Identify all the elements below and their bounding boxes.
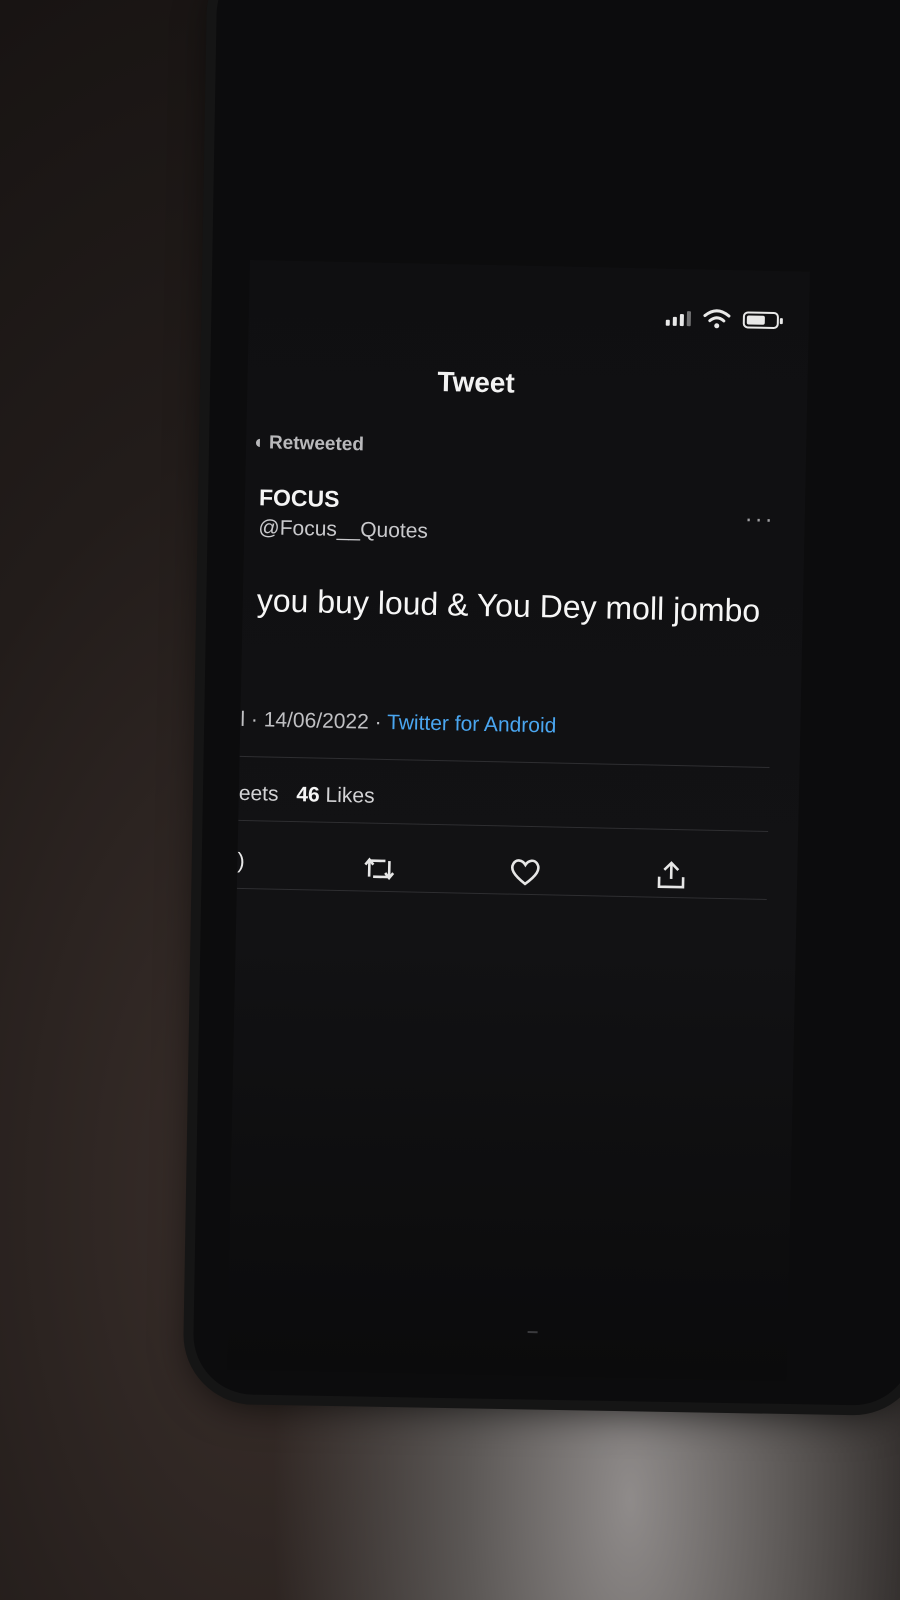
retweets-label[interactable]: eets	[239, 782, 279, 806]
heart-icon	[510, 859, 540, 886]
likes-label[interactable]: Likes	[325, 784, 375, 808]
tweet-meta: l · 14/06/2022 · Twitter for Android	[240, 708, 556, 739]
like-button[interactable]	[507, 854, 544, 891]
tweet-date: 14/06/2022	[263, 708, 370, 734]
reply-button[interactable]: )	[237, 848, 250, 884]
tweet-source-link[interactable]: Twitter for Android	[387, 711, 557, 738]
retweeted-label: ◖ Retweeted	[251, 432, 365, 456]
author-name[interactable]: FOCUS	[259, 484, 340, 513]
phone-screen: Tweet ◖ Retweeted FOCUS @Focus__Quotes ·…	[226, 260, 810, 1382]
screen-glare	[527, 1331, 538, 1334]
retweet-small-icon: ◖	[251, 432, 264, 454]
divider	[238, 819, 769, 832]
likes-count[interactable]: 46	[296, 783, 320, 806]
battery-icon	[742, 310, 780, 329]
status-bar	[665, 307, 780, 331]
page-title: Tweet	[437, 365, 516, 399]
meta-separator: ·	[374, 710, 382, 734]
tweet-stats: eets 46 Likes	[239, 782, 375, 809]
tweet-text: you buy loud & You Dey moll jombo	[256, 582, 761, 629]
author-handle[interactable]: @Focus__Quotes	[258, 516, 428, 544]
retweet-button[interactable]	[361, 850, 398, 887]
retweet-icon	[364, 857, 395, 881]
signal-icon	[665, 310, 692, 326]
divider	[239, 755, 770, 768]
share-icon	[657, 861, 685, 889]
tweet-time: l ·	[240, 707, 259, 732]
wifi-icon	[703, 309, 731, 329]
share-button[interactable]	[653, 857, 690, 894]
more-options-button[interactable]: ···	[744, 505, 775, 534]
